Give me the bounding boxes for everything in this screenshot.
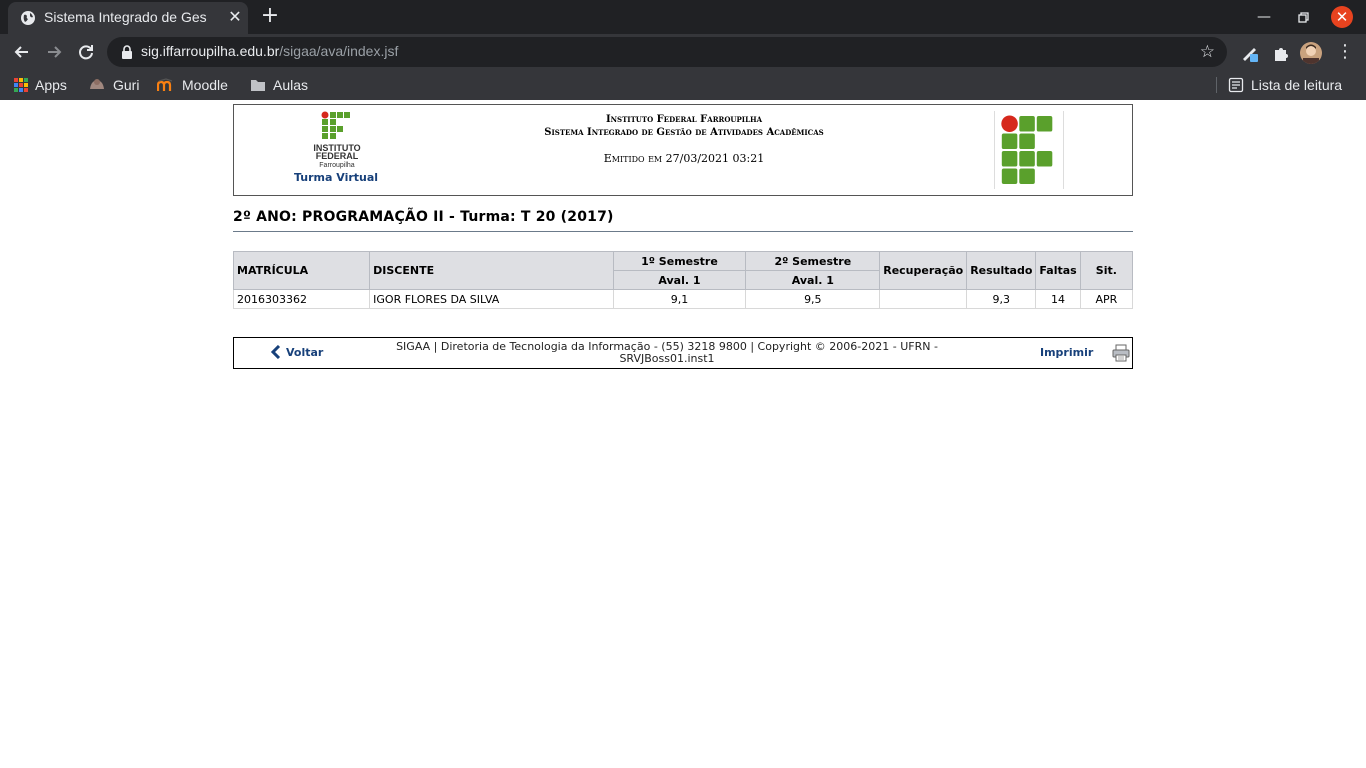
bookmark-apps[interactable]: Apps [14,75,67,95]
bookmark-label: Aulas [273,77,309,93]
report-header-text: Instituto Federal Farroupilha Sistema In… [484,113,884,165]
apps-grid-icon [14,78,28,92]
folder-icon [251,80,265,91]
svg-text:FEDERAL: FEDERAL [316,151,359,161]
header-semester-1: 1º Semestre [612,251,747,271]
header-semester-2: 2º Semestre [745,251,881,271]
instituto-federal-logo: INSTITUTO FEDERAL Farroupilha [313,111,361,169]
globe-icon [21,11,35,25]
page-footer: Voltar SIGAA | Diretoria de Tecnologia d… [233,337,1133,369]
extensions-puzzle-icon[interactable] [1270,42,1292,64]
close-window-icon[interactable]: ✕ [1331,6,1353,28]
footer-line-2: SRVJBoss01.inst1 [619,352,715,365]
tab-close-icon[interactable]: ✕ [226,8,244,26]
bookmark-label: Moodle [182,77,228,93]
pen-extension-icon[interactable] [1240,42,1262,64]
chevron-left-icon [270,345,281,359]
reload-icon[interactable] [73,39,99,65]
profile-avatar[interactable] [1300,42,1322,64]
cell-sem1-aval1: 9,1 [612,289,747,309]
bookmark-guri[interactable]: Guri [88,75,139,95]
table-row: 2016303362 IGOR FLORES DA SILVA 9,1 9,5 … [232,289,1134,309]
bookmark-moodle[interactable]: Moodle [157,75,228,95]
reading-list-label: Lista de leitura [1251,77,1343,93]
forward-arrow-icon[interactable] [41,39,67,65]
bookmark-label: Guri [113,77,140,93]
header-situacao: Sit. [1079,251,1134,290]
course-title: 2º ANO: PROGRAMAÇÃO II - Turma: T 20 (20… [233,209,1133,232]
bookmark-aulas[interactable]: Aulas [250,75,308,95]
emission-date: Emitido em 27/03/2021 03:21 [603,152,765,165]
reading-list-icon [1228,77,1244,93]
printer-icon[interactable] [1112,344,1130,362]
browser-toolbar: sig.iffarroupilha.edu.br/sigaa/ava/index… [0,34,1366,70]
cell-recuperacao [879,289,968,309]
cell-sem2-aval1: 9,5 [745,289,881,309]
browser-tab-strip: Sistema Integrado de Ges ✕ + — ✕ [0,0,1366,34]
cell-situacao: APR [1079,289,1134,309]
if-symbol-logo [994,111,1064,189]
header-faltas: Faltas [1035,251,1081,290]
back-label: Voltar [286,345,324,359]
bookmark-label: Apps [35,77,67,93]
system-name: Sistema Integrado de Gestão de Atividade… [544,127,824,138]
svg-text:Farroupilha: Farroupilha [319,162,355,169]
institution-name: Instituto Federal Farroupilha [605,114,763,125]
minimize-icon[interactable]: — [1253,6,1275,28]
browser-tab[interactable]: Sistema Integrado de Ges ✕ [8,2,248,34]
cell-matricula: 2016303362 [232,289,371,309]
grades-table: MATRÍCULA DISCENTE 1º Semestre 2º Semest… [232,251,1134,309]
bookmarks-bar: Apps Guri Moodle Aulas Lista de leitura [0,70,1366,100]
cell-resultado: 9,3 [966,289,1037,309]
cell-discente: IGOR FLORES DA SILVA [369,289,614,309]
header-resultado: Resultado [966,251,1037,290]
report-header: INSTITUTO FEDERAL Farroupilha Turma Virt… [233,104,1133,196]
moodle-icon [157,78,173,91]
header-recuperacao: Recuperação [879,251,968,290]
header-aval1-sem1: Aval. 1 [612,270,747,290]
new-tab-icon[interactable]: + [258,4,282,28]
menu-kebab-icon[interactable]: ⋮ [1334,42,1356,64]
url-text[interactable]: sig.iffarroupilha.edu.br/sigaa/ava/index… [141,43,398,59]
address-bar[interactable]: sig.iffarroupilha.edu.br/sigaa/ava/index… [107,37,1227,67]
guri-icon [90,79,104,89]
tab-title: Sistema Integrado de Ges [44,9,207,25]
print-link[interactable]: Imprimir [1040,346,1093,359]
back-arrow-icon[interactable] [9,39,35,65]
reading-list-button[interactable]: Lista de leitura [1228,75,1342,95]
lock-icon[interactable] [119,44,135,60]
turma-virtual-label: Turma Virtual [294,171,379,184]
header-matricula: MATRÍCULA [232,251,371,290]
bookmarks-separator [1216,77,1217,93]
cell-faltas: 14 [1035,289,1081,309]
bookmark-star-icon[interactable]: ☆ [1200,41,1215,63]
footer-text: SIGAA | Diretoria de Tecnologia da Infor… [394,341,940,365]
restore-icon[interactable] [1292,6,1314,28]
header-discente: DISCENTE [369,251,614,290]
back-link[interactable]: Voltar [270,345,323,359]
header-aval1-sem2: Aval. 1 [745,270,881,290]
page-content: INSTITUTO FEDERAL Farroupilha Turma Virt… [0,100,1366,768]
